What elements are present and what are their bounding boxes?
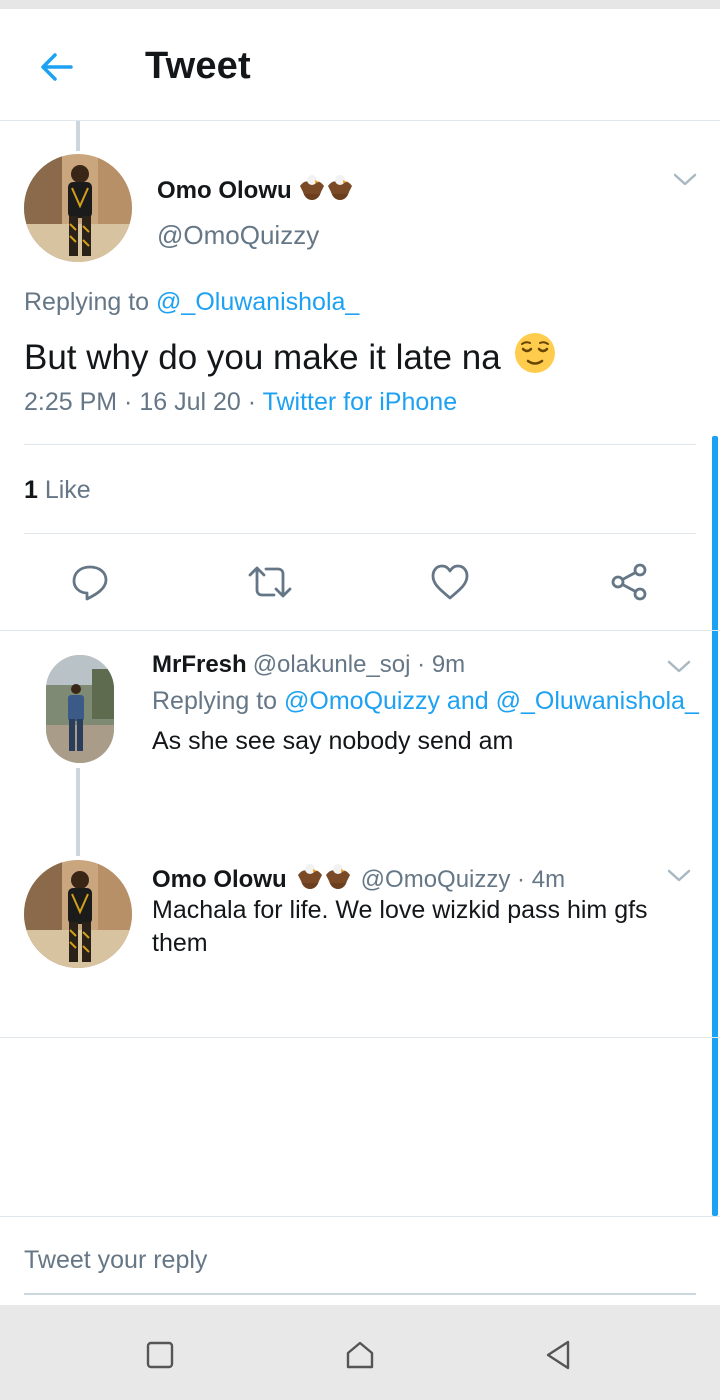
retweet-button[interactable] [248, 560, 292, 604]
replying-to-link[interactable]: @OmoQuizzy and @_Oluwanishola_ [284, 687, 699, 715]
back-triangle-icon [546, 1340, 570, 1370]
like-count-label: Like [37, 476, 91, 504]
scrollbar[interactable] [712, 436, 718, 1216]
reply-options-button[interactable] [666, 868, 692, 889]
share-button[interactable] [607, 560, 651, 604]
avatar[interactable] [24, 154, 132, 262]
chevron-down-icon [667, 660, 691, 673]
reply-replying-to: Replying to @OmoQuizzy and @_Oluwanishol… [152, 687, 699, 716]
reply-author-handle[interactable]: @OmoQuizzy [361, 866, 511, 893]
author-name: Omo Olowu [157, 176, 292, 204]
reply-text: Machala for life. We love wizkid pass hi… [152, 896, 648, 957]
chevron-down-icon [673, 173, 697, 186]
tweet-options-button[interactable] [672, 172, 698, 193]
reply-handle-meta: @olakunle_soj · 9m [253, 651, 465, 679]
top-bar: Tweet [0, 9, 720, 121]
status-strip [0, 0, 720, 9]
eagle-emoji-icon [298, 172, 354, 209]
reply-age: · 4m [510, 865, 566, 893]
divider [24, 533, 696, 534]
recents-button[interactable] [140, 1335, 180, 1375]
reply-button[interactable] [68, 560, 112, 604]
tweet-body: But why do you make it late na [24, 337, 501, 377]
reply-author-name[interactable]: MrFresh [152, 651, 247, 679]
system-nav-bar [0, 1305, 720, 1400]
tweet-date: 16 Jul 20 [139, 388, 241, 416]
retweet-icon [248, 566, 292, 598]
reply-icon [72, 565, 108, 601]
back-nav-button[interactable] [538, 1335, 578, 1375]
reply-header: Omo Olowu @OmoQuizzy · 4m [152, 861, 565, 898]
reply-options-button[interactable] [666, 659, 692, 680]
reply-age: · 9m [410, 651, 466, 678]
thread-connector [76, 121, 80, 151]
tweet-text: But why do you make it late na [24, 331, 557, 384]
arrow-left-icon [41, 53, 73, 81]
meta-separator: · [117, 388, 140, 416]
tweet-meta: 2:25 PM · 16 Jul 20 · Twitter for iPhone [24, 388, 457, 417]
replying-to-link[interactable]: @_Oluwanishola_ [156, 288, 359, 316]
share-icon [611, 563, 647, 601]
eagle-emoji-icon [293, 861, 355, 898]
avatar[interactable] [24, 860, 132, 968]
tweet-time: 2:25 PM [24, 388, 118, 416]
reply-text: As she see say nobody send am [152, 727, 514, 755]
home-icon [346, 1341, 374, 1369]
author-name-row[interactable]: Omo Olowu [157, 172, 354, 209]
like-button[interactable] [428, 560, 472, 604]
replying-label: Replying to [152, 687, 285, 715]
home-button[interactable] [340, 1335, 380, 1375]
recents-square-icon [146, 1341, 174, 1369]
relieved-face-emoji-icon [513, 331, 557, 384]
likes-count[interactable]: 1 Like [24, 476, 91, 505]
back-button[interactable] [30, 43, 82, 91]
replying-to: Replying to @_Oluwanishola_ [24, 288, 359, 317]
reply-compose-input[interactable]: Tweet your reply [24, 1246, 207, 1275]
replying-label: Replying to [24, 288, 157, 316]
reply-header: MrFresh @olakunle_soj · 9m [152, 651, 465, 679]
meta-separator: · [240, 388, 263, 416]
tweet-source-link[interactable]: Twitter for iPhone [263, 388, 458, 416]
author-handle[interactable]: @OmoQuizzy [157, 220, 319, 251]
chevron-down-icon [667, 869, 691, 882]
like-count-number: 1 [24, 476, 38, 504]
heart-icon [431, 564, 469, 600]
reply-author-name[interactable]: Omo Olowu [152, 866, 287, 894]
reply-author-handle[interactable]: @olakunle_soj [253, 651, 411, 678]
divider [0, 630, 720, 631]
avatar[interactable] [46, 655, 114, 763]
divider [0, 1216, 720, 1217]
page-title: Tweet [145, 45, 251, 87]
divider [24, 444, 696, 445]
reply-handle-meta: @OmoQuizzy · 4m [361, 866, 565, 894]
compose-underline [24, 1293, 696, 1295]
divider [0, 1037, 720, 1038]
thread-connector [76, 768, 80, 856]
